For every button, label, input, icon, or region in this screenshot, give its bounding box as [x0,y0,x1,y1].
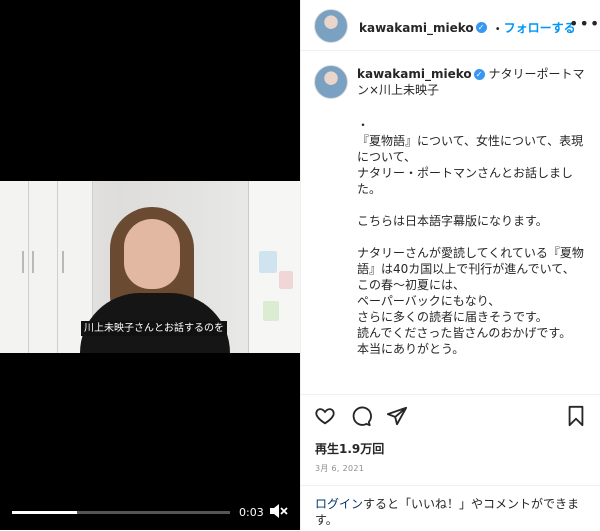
video-player[interactable]: 川上未映子さんとお話するのを 0:03 [0,0,300,530]
comment-icon[interactable] [350,405,372,427]
more-icon[interactable]: ••• [569,14,600,33]
video-time: 0:03 [239,506,264,519]
avatar[interactable] [314,9,348,43]
post-date[interactable]: 3月 6, 2021 [315,463,364,474]
post-sidebar: kawakami_mieko ✓ • フォローする ••• kawakami_mie… [300,0,600,530]
cabinet-door [29,181,58,353]
cabinet-handle [62,251,64,273]
cabinet-door [0,181,29,353]
person-face [124,219,180,289]
login-prompt: ログインすると「いいね！」やコメントができます。 [315,496,585,528]
follow-button[interactable]: フォローする [504,21,576,35]
cabinet-handle [22,251,24,273]
caption-body: ・ 『夏物語』について、女性について、表現について、 ナタリー・ポートマンさんと… [357,118,584,356]
video-progress-fill [12,511,78,514]
caption-header: kawakami_mieko ✓ ナタリーポートマン×川上未映子 [357,66,587,98]
action-bar [301,394,600,435]
caption-avatar[interactable] [314,65,348,99]
bookmark-icon[interactable] [565,405,587,427]
header-user-row: kawakami_mieko ✓ • フォローする [359,17,576,36]
login-link[interactable]: ログイン [315,497,363,511]
header-separator: • [494,24,501,35]
heart-icon[interactable] [314,405,336,427]
share-icon[interactable] [386,405,408,427]
video-subtitle: 川上未映子さんとお話するのを [81,321,227,336]
cabinet-handle [32,251,34,273]
kids-drawing [259,251,277,273]
kids-drawing [263,301,279,321]
view-count[interactable]: 再生1.9万回 [315,440,384,457]
wall-with-drawings [248,181,300,353]
mute-icon[interactable] [268,502,288,520]
verified-icon: ✓ [475,22,487,33]
video-progress-bar[interactable] [12,511,230,514]
caption-area: kawakami_mieko ✓ ナタリーポートマン×川上未映子 ・ 『夏物語』に… [301,51,600,393]
verified-icon: ✓ [473,69,485,80]
header-username[interactable]: kawakami_mieko [359,21,474,35]
kids-drawing [279,271,293,289]
caption-username[interactable]: kawakami_mieko [357,67,472,81]
login-bar: ログインすると「いいね！」やコメントができます。 [301,485,600,531]
post-header: kawakami_mieko ✓ • フォローする ••• [301,0,600,51]
